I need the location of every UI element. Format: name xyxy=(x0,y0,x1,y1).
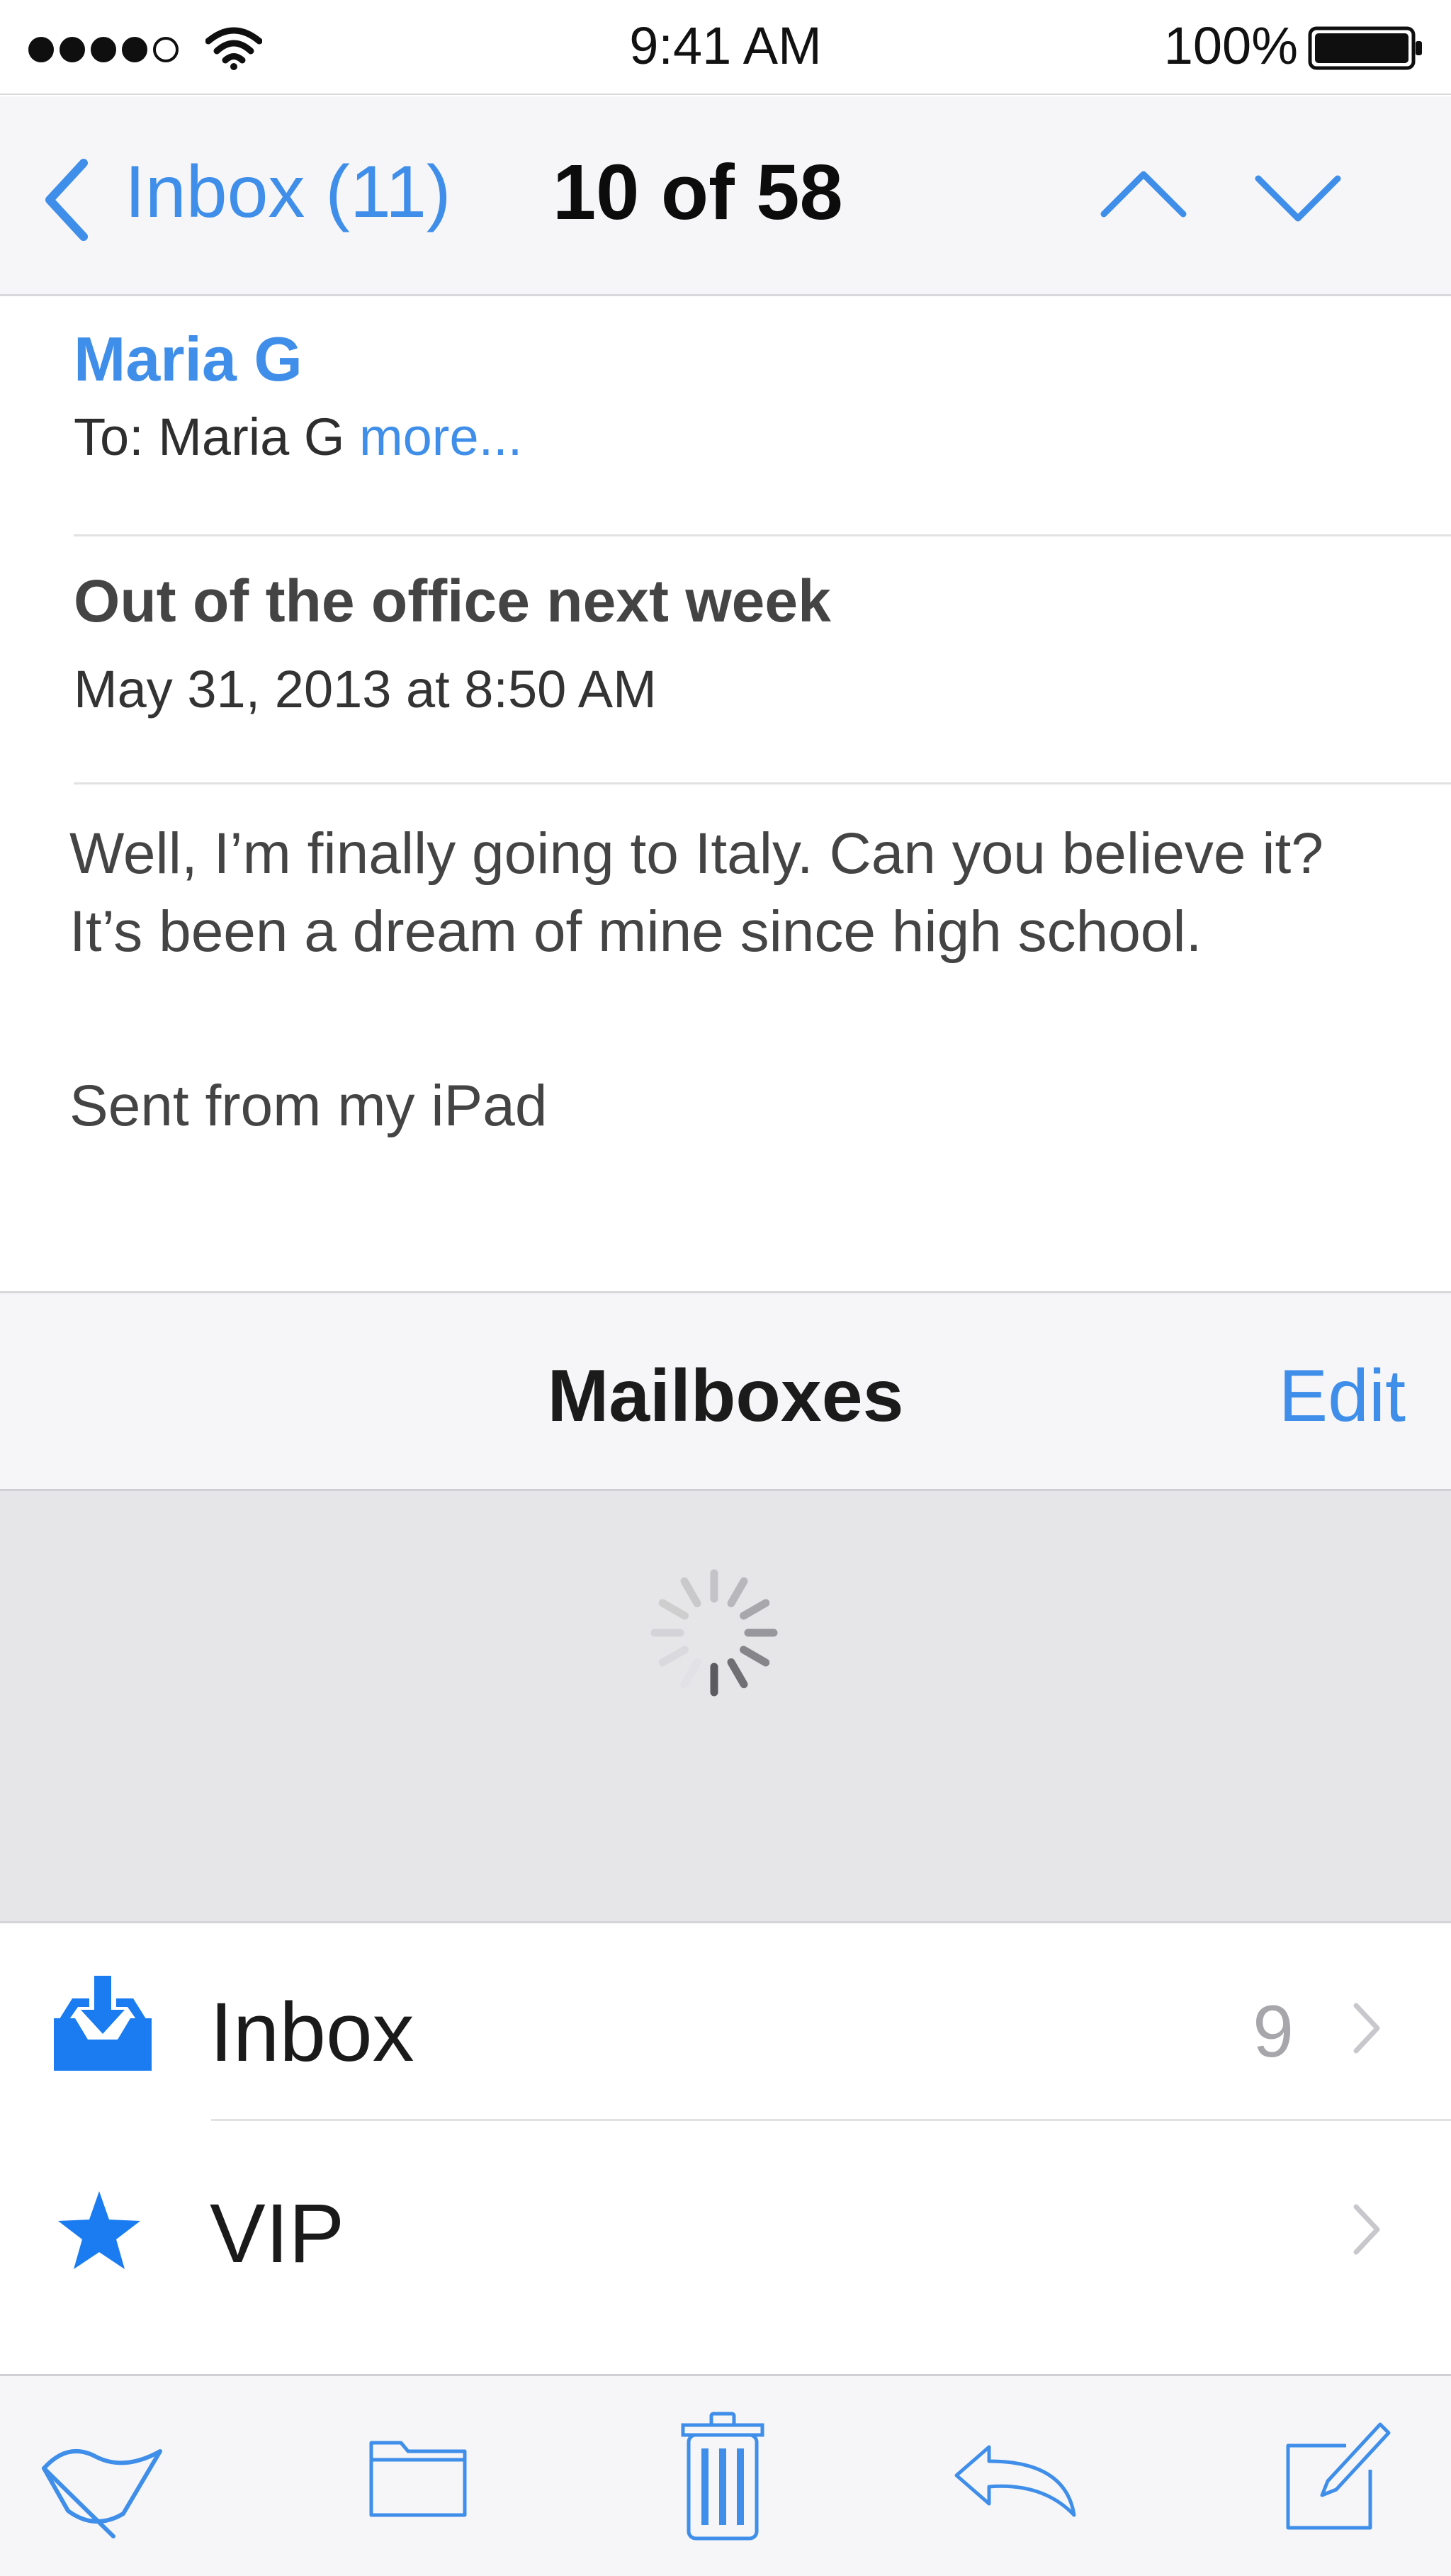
flag-icon[interactable] xyxy=(40,2426,167,2539)
mailbox-row-vip[interactable]: VIP xyxy=(0,2126,1451,2327)
mailboxes-navigation-bar: Mailboxes Edit xyxy=(0,1291,1451,1491)
star-icon xyxy=(58,2191,140,2269)
reply-icon[interactable] xyxy=(952,2436,1080,2521)
mailbox-row-inbox[interactable]: Inbox 9 xyxy=(0,1925,1451,2126)
sender-name[interactable]: Maria G xyxy=(74,323,303,395)
chevron-down-icon[interactable] xyxy=(1254,164,1342,228)
chevron-left-icon[interactable] xyxy=(40,157,96,242)
battery-percent: 100% xyxy=(1163,16,1298,75)
message-date: May 31, 2013 at 8:50 AM xyxy=(74,660,657,719)
mailboxes-title: Mailboxes xyxy=(547,1355,904,1437)
header-divider xyxy=(74,534,1451,536)
mailbox-row-divider xyxy=(211,2119,1451,2121)
message-counter: 10 of 58 xyxy=(553,149,843,236)
compose-icon[interactable] xyxy=(1278,2422,1391,2535)
bottom-toolbar xyxy=(0,2374,1451,2576)
message-subject: Out of the office next week xyxy=(74,568,831,634)
battery-icon xyxy=(1308,26,1422,70)
message-body: Well, I’m finally going to Italy. Can yo… xyxy=(69,821,1323,964)
mailbox-label-vip: VIP xyxy=(210,2187,345,2280)
mailbox-label-inbox: Inbox xyxy=(210,1986,414,2079)
loading-area xyxy=(0,1491,1451,1923)
inbox-tray-icon xyxy=(54,1976,152,2071)
trash-icon[interactable] xyxy=(680,2412,765,2542)
chevron-right-icon xyxy=(1353,2003,1380,2054)
body-divider xyxy=(74,782,1451,784)
chevron-right-icon xyxy=(1353,2204,1380,2255)
more-recipients-link[interactable]: more... xyxy=(359,407,522,466)
chevron-up-icon[interactable] xyxy=(1100,164,1187,228)
message-navigation-bar: Inbox (11) 10 of 58 xyxy=(0,96,1451,296)
recipients-line: To: Maria G more... xyxy=(74,407,522,467)
loading-spinner-icon xyxy=(650,1569,778,1697)
mailbox-count-inbox: 9 xyxy=(1253,1991,1294,2073)
status-bar: 9:41 AM 100% xyxy=(0,0,1451,95)
back-to-inbox-button[interactable]: Inbox (11) xyxy=(125,150,451,235)
folder-icon[interactable] xyxy=(368,2434,468,2519)
message-signature: Sent from my iPad xyxy=(69,1074,548,1138)
edit-button[interactable]: Edit xyxy=(1279,1354,1406,1439)
recipients-text: To: Maria G xyxy=(74,407,359,466)
